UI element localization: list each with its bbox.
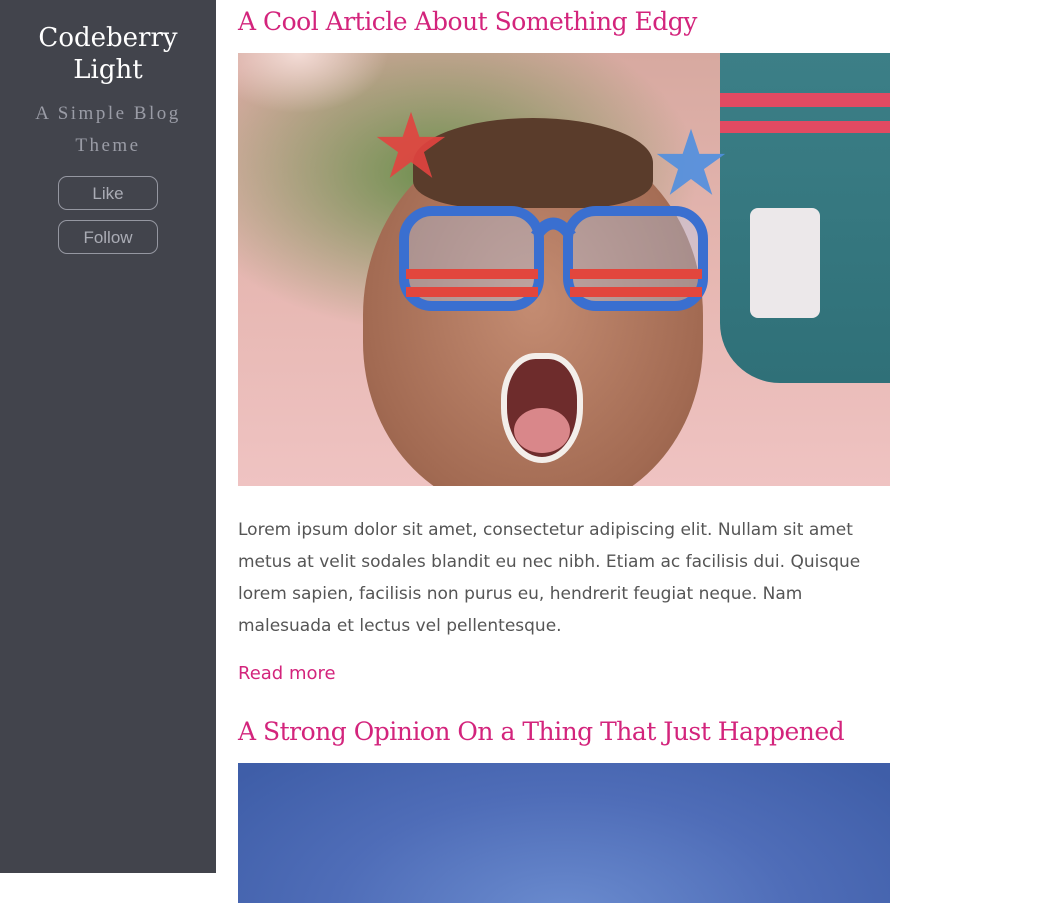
post-2-title[interactable]: A Strong Opinion On a Thing That Just Ha… xyxy=(238,712,890,752)
post-2-featured-image[interactable] xyxy=(238,763,890,903)
like-button[interactable]: Like xyxy=(58,176,158,210)
image-glasses-shape xyxy=(399,206,708,311)
image-red-star-shape xyxy=(376,111,446,178)
site-title[interactable]: Codeberry Light xyxy=(0,22,216,86)
image-tongue-shape xyxy=(514,408,570,453)
post-list: A Cool Article About Something Edgy Lore… xyxy=(238,0,890,903)
sidebar: Codeberry Light A Simple Blog Theme Like… xyxy=(0,0,216,873)
image-blue-star-shape xyxy=(656,128,726,195)
post-1-title[interactable]: A Cool Article About Something Edgy xyxy=(238,2,890,42)
read-more-link[interactable]: Read more xyxy=(238,658,336,690)
post-1: A Cool Article About Something Edgy Lore… xyxy=(238,2,890,690)
post-1-excerpt: Lorem ipsum dolor sit amet, consectetur … xyxy=(238,520,861,636)
site-tagline: A Simple Blog Theme xyxy=(35,103,181,156)
post-1-featured-image[interactable] xyxy=(238,53,890,486)
post-2: A Strong Opinion On a Thing That Just Ha… xyxy=(238,712,890,903)
image-shirt-shape xyxy=(720,53,890,383)
follow-button[interactable]: Follow xyxy=(58,220,158,254)
